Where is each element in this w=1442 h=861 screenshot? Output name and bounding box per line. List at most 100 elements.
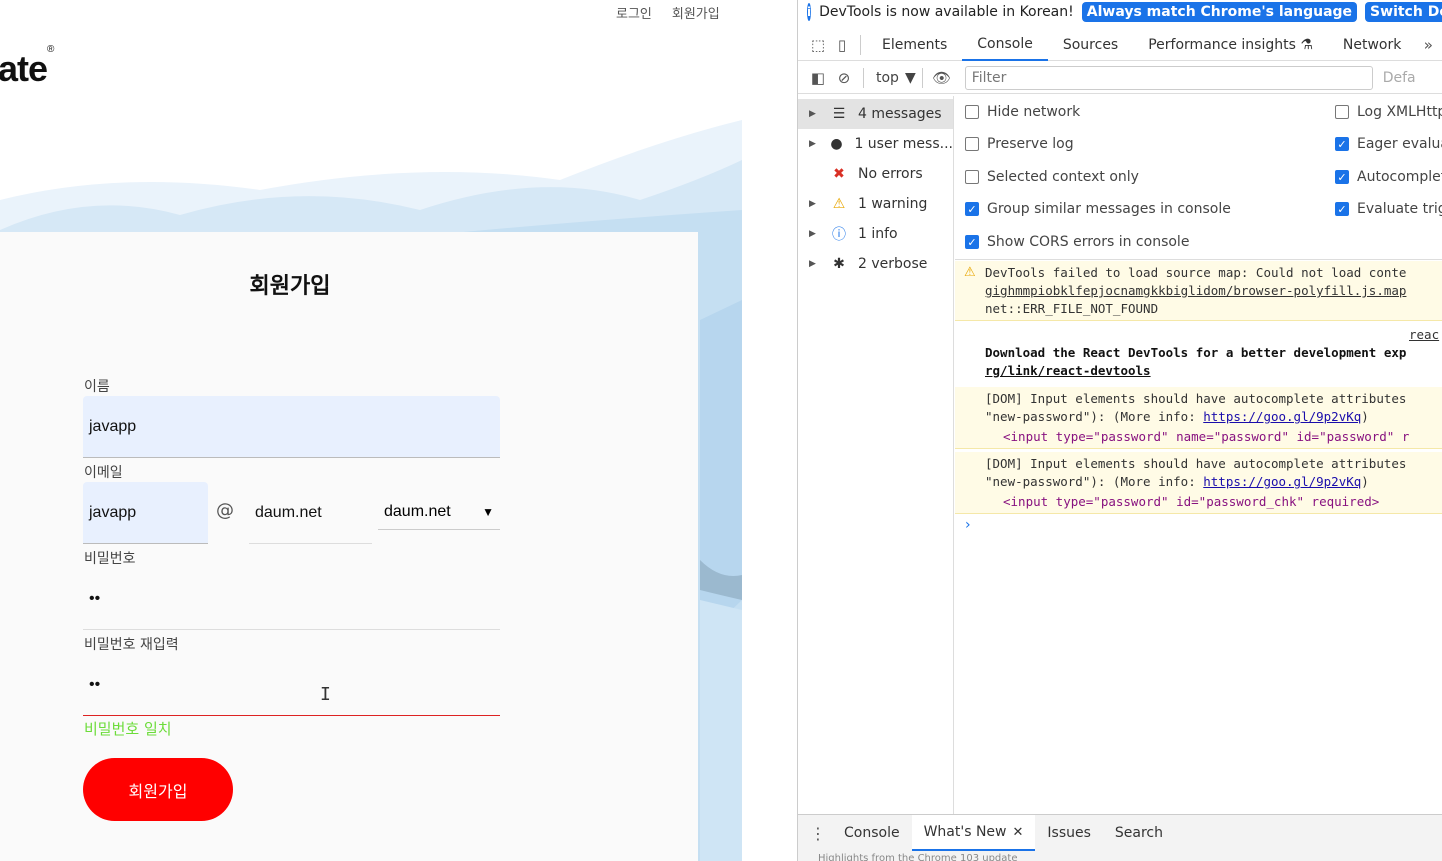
sidebar-item-warnings[interactable]: ▶ ⚠ 1 warning [798,189,953,219]
expand-arrow-icon: ▶ [809,199,816,209]
console-text: Download the React DevTools for a better… [985,345,1407,360]
console-text: [DOM] Input elements should have autocom… [985,456,1407,471]
logo-text: ate [0,48,48,89]
password-match-message: 비밀번호 일치 [84,720,172,738]
eager-evaluation-checkbox[interactable]: ✓ Eager evaluat [1335,136,1442,152]
site-logo[interactable]: ate® [0,44,54,90]
drawer-tab-whats-new[interactable]: What's New ✕ [911,815,1036,851]
divider [860,34,861,55]
email-at-sign: @ [216,500,234,521]
checkbox-label: Preserve log [987,136,1074,152]
more-options-icon[interactable]: ⋮ [804,824,832,843]
expand-arrow-icon: ▶ [809,109,816,119]
console-code[interactable]: <input type="password" id="password_chk"… [1003,494,1379,509]
form-title: 회원가입 [249,274,331,299]
console-text-part: "new-password"): (More info: [985,409,1204,424]
console-warning-autocomplete-2: [DOM] Input elements should have autocom… [955,452,1442,514]
drawer-tab-issues[interactable]: Issues [1035,815,1103,851]
sidebar-item-errors[interactable]: ✖ No errors [798,159,953,189]
preserve-log-checkbox[interactable]: Preserve log [965,136,1074,152]
console-warning-autocomplete-1: [DOM] Input elements should have autocom… [955,387,1442,449]
user-icon: ● [830,136,843,152]
more-tabs-icon[interactable]: » [1416,33,1440,57]
console-link[interactable]: https://goo.gl/9p2vKq [1203,474,1361,489]
signup-link[interactable]: 회원가입 [672,3,720,22]
hide-network-checkbox[interactable]: Hide network [965,104,1080,120]
email-domain-select-value: daum.net [384,502,451,520]
top-nav: 로그인 회원가입 [616,3,720,22]
email-domain-input[interactable]: daum.net [249,482,372,544]
console-code[interactable]: <input type="password" name="password" i… [1003,429,1409,444]
console-link[interactable]: https://goo.gl/9p2vKq [1203,409,1361,424]
email-id-input[interactable]: javapp [83,482,208,544]
inspect-element-icon[interactable]: ⬚ [806,33,830,57]
close-icon[interactable]: ✕ [1013,825,1024,840]
console-output: ⚠ DevTools failed to load source map: Co… [955,261,1442,814]
switch-devtools-button[interactable]: Switch DevTools t [1365,2,1442,22]
tab-console[interactable]: Console [962,29,1048,61]
divider [863,67,864,88]
sidebar-item-label: 4 messages [858,106,942,122]
selected-context-checkbox[interactable]: Selected context only [965,169,1139,185]
sidebar-toggle-icon[interactable]: ◧ [805,65,831,91]
console-prompt[interactable]: › [965,517,971,533]
show-cors-checkbox[interactable]: ✓ Show CORS errors in console [965,234,1189,250]
password-input[interactable]: •• [83,568,500,630]
checkbox-label: Selected context only [987,169,1139,185]
info-icon: ⓘ [832,227,846,243]
devtools-tabbar: ⬚ ▯ Elements Console Sources Performance… [798,29,1442,61]
console-text: net::ERR_FILE_NOT_FOUND [985,301,1159,316]
checkbox-label: Eager evaluat [1357,136,1442,152]
device-toolbar-icon[interactable]: ▯ [830,33,854,57]
sidebar-item-label: 1 user mess... [854,136,953,152]
tab-performance-insights[interactable]: Performance insights ⚗ [1133,29,1328,61]
group-similar-checkbox[interactable]: ✓ Group similar messages in console [965,201,1231,217]
name-input[interactable]: javapp [83,396,500,458]
drawer-tab-search[interactable]: Search [1103,815,1175,851]
expand-arrow-icon: ▶ [809,259,816,269]
console-link[interactable]: rg/link/react-devtools [985,363,1151,378]
signup-submit-button[interactable]: 회원가입 [83,758,233,821]
error-icon: ✖ [833,166,845,182]
sidebar-item-verbose[interactable]: ▶ ✱ 2 verbose [798,249,953,279]
checkbox-label: Autocomplet [1357,169,1442,185]
console-warning-sourcemap: ⚠ DevTools failed to load source map: Co… [955,261,1442,321]
console-filter-input[interactable]: Filter [964,65,1373,90]
sidebar-item-info[interactable]: ▶ ⓘ 1 info [798,219,953,249]
evaluate-triggers-checkbox[interactable]: ✓ Evaluate trig [1335,201,1442,217]
signup-page: 로그인 회원가입 ate® 회원가입 이름 javapp 이메일 javapp … [0,0,797,861]
console-message-react: reac Download the React DevTools for a b… [955,323,1442,383]
checkmark-icon: ✓ [1335,170,1349,184]
chevron-down-icon: ▼ [482,504,494,519]
password-confirm-input[interactable]: •• [83,654,500,716]
console-text-part: "new-password"): (More info: [985,474,1204,489]
devtools-infobar: i DevTools is now available in Korean! A… [798,0,1442,24]
log-levels-dropdown[interactable]: Defa [1383,70,1416,86]
clear-console-icon[interactable]: ⊘ [831,65,857,91]
tab-sources[interactable]: Sources [1048,29,1133,61]
console-link[interactable]: gighmmpiobklfepjocnamgkkbiglidom/browser… [985,283,1406,298]
drawer-tabbar: ⋮ Console What's New ✕ Issues Search [798,815,1442,851]
sidebar-item-messages[interactable]: ▶ ☰ 4 messages [798,99,953,129]
login-link[interactable]: 로그인 [616,3,652,22]
tab-network[interactable]: Network [1328,29,1416,61]
console-source-link[interactable]: reac [1409,327,1439,342]
devtools-drawer: ⋮ Console What's New ✕ Issues Search High… [798,814,1442,861]
autocomplete-checkbox[interactable]: ✓ Autocomplet [1335,169,1442,185]
drawer-tab-console[interactable]: Console [832,815,912,851]
warning-icon: ⚠ [964,265,976,280]
eye-icon[interactable]: 👁 [929,65,955,91]
flask-icon: ⚗ [1300,36,1313,53]
sidebar-item-user-messages[interactable]: ▶ ● 1 user mess... [798,129,953,159]
context-selector[interactable]: top ▼ [876,70,916,86]
info-icon: i [807,3,812,21]
tab-elements[interactable]: Elements [867,29,962,61]
email-domain-select[interactable]: daum.net ▼ [378,494,500,530]
console-text: "new-password"): (More info: https://goo… [985,474,1369,489]
match-language-button[interactable]: Always match Chrome's language [1081,2,1358,22]
checkbox-label: Log XMLHttp [1357,104,1442,120]
checkbox-icon [1335,105,1349,119]
log-xmlhttp-checkbox[interactable]: Log XMLHttp [1335,104,1442,120]
context-selector-value: top [876,69,899,86]
checkmark-icon: ✓ [1335,202,1349,216]
